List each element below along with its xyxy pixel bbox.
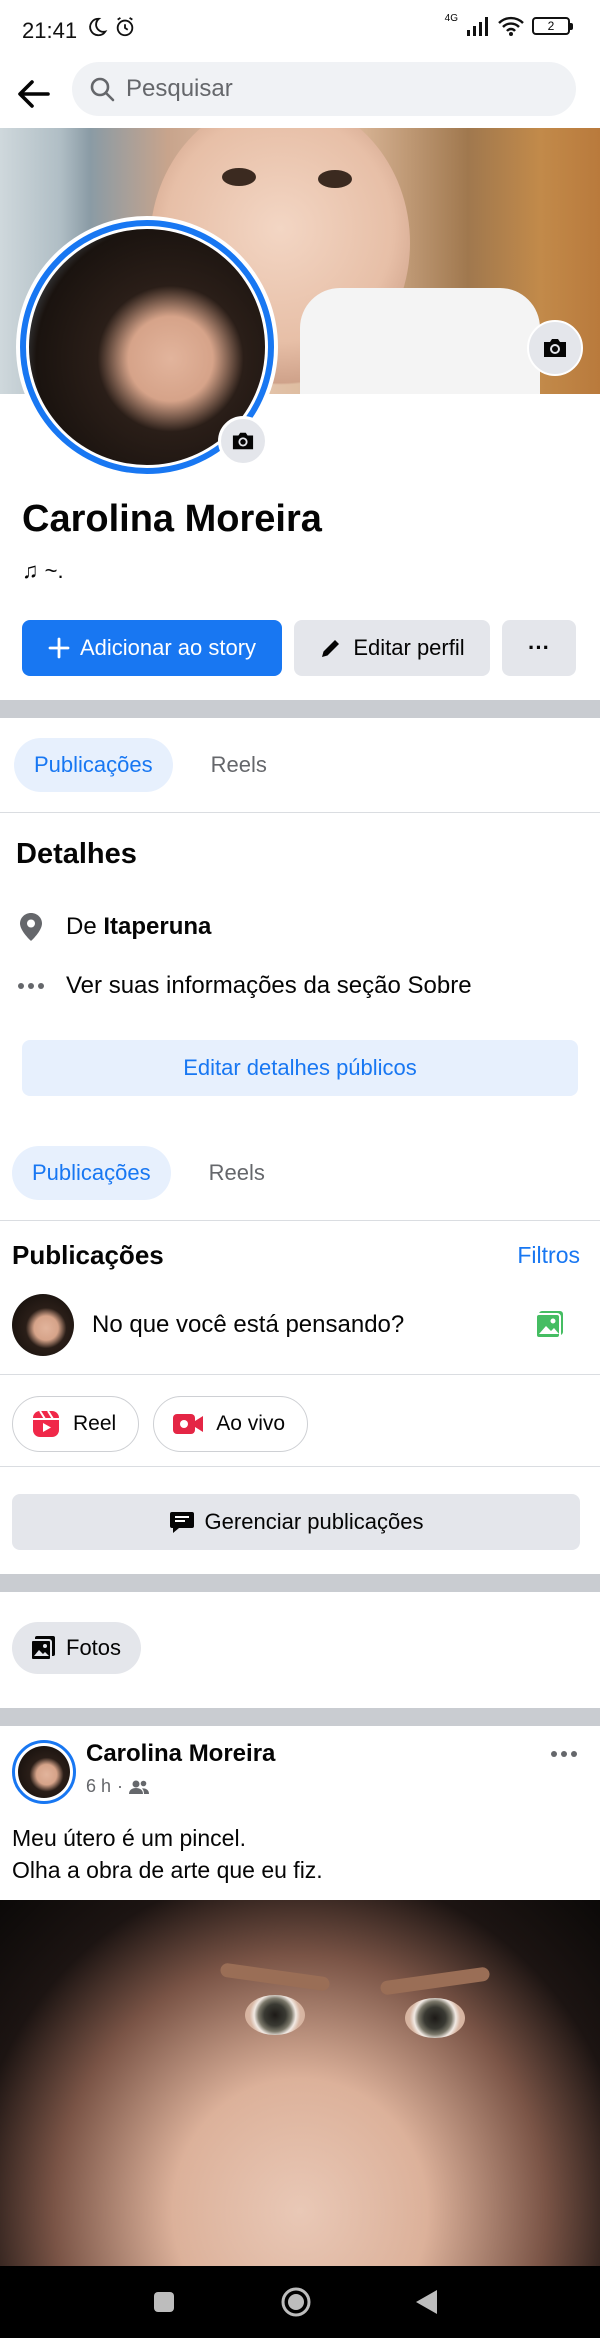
signal-icon xyxy=(467,17,488,36)
profile-name: Carolina Moreira xyxy=(22,498,322,540)
post-text-line: Meu útero é um pincel. xyxy=(12,1825,246,1851)
post-author-name[interactable]: Carolina Moreira xyxy=(86,1740,275,1768)
camera-icon xyxy=(232,432,254,450)
detail-about-link[interactable]: Ver suas informações da seção Sobre xyxy=(16,972,472,1000)
tab-label: Reels xyxy=(208,1160,265,1185)
chip-label: Ao vivo xyxy=(216,1412,286,1435)
back-arrow-icon xyxy=(18,80,50,108)
status-bar: 21:41 4G 2 xyxy=(0,0,600,62)
edit-cover-photo-button[interactable] xyxy=(527,320,583,376)
divider xyxy=(0,1374,600,1375)
chip-label: Reel xyxy=(73,1412,117,1435)
tab-label: Reels xyxy=(210,752,267,777)
composer-prompt: No que você está pensando? xyxy=(92,1311,405,1338)
meta-separator: · xyxy=(117,1776,124,1796)
profile-tabs: Publicações Reels xyxy=(14,738,287,792)
search-icon xyxy=(90,77,115,102)
edit-profile-label: Editar perfil xyxy=(353,635,465,660)
search-input[interactable] xyxy=(126,75,546,103)
go-live-chip[interactable]: Ao vivo xyxy=(153,1396,309,1452)
alarm-icon xyxy=(116,17,134,37)
square-icon xyxy=(154,2292,174,2312)
content-tabs: Publicações Reels xyxy=(12,1146,285,1200)
profile-actions: Adicionar ao story Editar perfil ··· xyxy=(22,620,576,676)
back-button[interactable] xyxy=(14,74,54,114)
triangle-back-icon xyxy=(416,2290,437,2314)
top-bar xyxy=(0,62,600,128)
section-divider xyxy=(0,1574,600,1592)
section-divider xyxy=(0,1708,600,1726)
detail-hometown: De Itaperuna xyxy=(16,912,211,942)
divider xyxy=(0,812,600,813)
home-button[interactable] xyxy=(278,2284,314,2320)
profile-bio: ♫ ~. xyxy=(22,558,64,583)
network-type: 4G xyxy=(444,12,458,24)
edit-profile-button[interactable]: Editar perfil xyxy=(294,620,490,676)
system-nav-bar xyxy=(0,2266,600,2338)
edit-profile-photo-button[interactable] xyxy=(218,416,268,466)
photos-label: Fotos xyxy=(66,1635,122,1660)
details-title: Detalhes xyxy=(16,838,137,870)
photo-icon[interactable] xyxy=(534,1308,566,1340)
posts-title: Publicações xyxy=(12,1240,164,1270)
tab-publicacoes[interactable]: Publicações xyxy=(14,738,173,792)
tab-publicacoes[interactable]: Publicações xyxy=(12,1146,171,1200)
tab-label: Publicações xyxy=(32,1160,151,1185)
about-text: Ver suas informações da seção Sobre xyxy=(66,972,472,999)
battery-icon: 2 xyxy=(532,17,573,35)
plus-icon xyxy=(48,637,70,659)
divider xyxy=(0,1220,600,1221)
hometown-prefix: De xyxy=(66,913,104,940)
manage-posts-icon xyxy=(169,1512,194,1533)
photos-chip[interactable]: Fotos xyxy=(12,1622,142,1674)
recent-apps-button[interactable] xyxy=(146,2284,182,2320)
post-time[interactable]: 6 h xyxy=(86,1776,111,1797)
post-author-avatar[interactable] xyxy=(12,1740,76,1804)
post-options-button[interactable] xyxy=(550,1734,578,1765)
avatar xyxy=(12,1294,74,1356)
filters-link[interactable]: Filtros xyxy=(517,1242,580,1269)
create-chips: Reel Ao vivo xyxy=(12,1396,309,1452)
back-nav-button[interactable] xyxy=(408,2284,444,2320)
post-text-line: Olha a obra de arte que eu fiz. xyxy=(12,1857,323,1883)
battery-level: 2 xyxy=(547,19,555,33)
photos-icon xyxy=(30,1636,55,1661)
edit-public-details-button[interactable]: Editar detalhes públicos xyxy=(22,1040,578,1096)
friends-icon xyxy=(129,1780,150,1794)
post-photo[interactable] xyxy=(0,1900,600,2266)
more-dots-icon xyxy=(18,983,44,989)
reel-icon xyxy=(33,1410,59,1437)
more-dots-icon: ··· xyxy=(528,635,550,660)
tab-label: Publicações xyxy=(34,752,153,777)
manage-posts-button[interactable]: Gerenciar publicações xyxy=(12,1494,580,1550)
hometown-place: Itaperuna xyxy=(103,913,212,940)
live-video-icon xyxy=(173,1414,204,1434)
tab-reels[interactable]: Reels xyxy=(189,1146,285,1200)
search-bar[interactable] xyxy=(72,62,576,116)
wifi-icon xyxy=(498,16,524,36)
divider xyxy=(0,1466,600,1467)
add-to-story-button[interactable]: Adicionar ao story xyxy=(22,620,282,676)
more-dots-icon xyxy=(551,1751,577,1757)
create-reel-chip[interactable]: Reel xyxy=(12,1396,140,1452)
more-options-button[interactable]: ··· xyxy=(502,620,576,676)
tab-reels[interactable]: Reels xyxy=(191,738,287,792)
post-text: Meu útero é um pincel. Olha a obra de ar… xyxy=(12,1822,323,1886)
add-to-story-label: Adicionar ao story xyxy=(79,635,257,660)
moon-icon xyxy=(89,17,108,37)
post-composer[interactable]: No que você está pensando? xyxy=(12,1294,588,1356)
post-meta: 6 h · xyxy=(86,1776,150,1797)
circle-home-icon xyxy=(281,2287,311,2317)
location-pin-icon xyxy=(20,913,42,941)
pencil-icon xyxy=(322,640,340,657)
manage-posts-label: Gerenciar publicações xyxy=(204,1509,424,1534)
status-time: 21:41 xyxy=(22,18,78,43)
camera-icon xyxy=(544,339,566,357)
section-divider xyxy=(0,700,600,718)
